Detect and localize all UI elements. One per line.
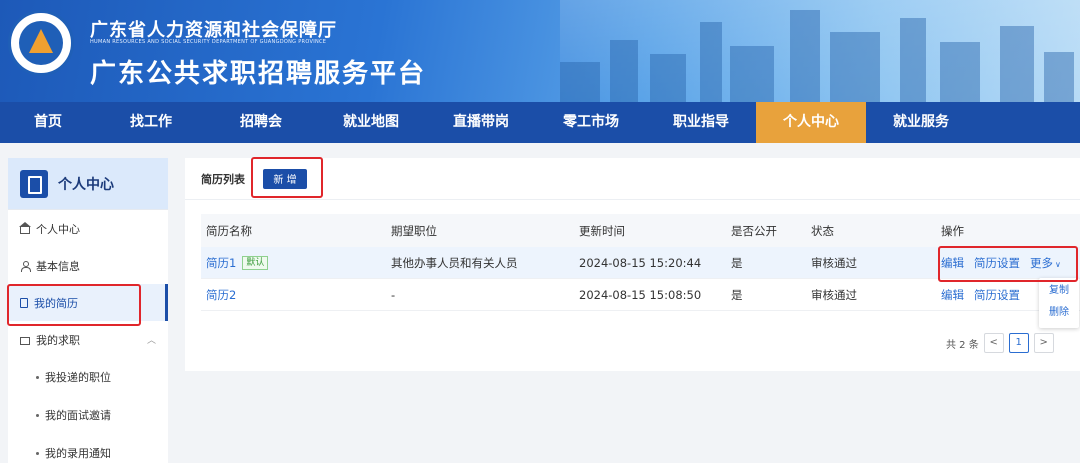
prev-page-button[interactable]: < (983, 333, 1004, 353)
sidebar: 个人中心 个人中心 基本信息 我的简历 我的求职 ︿ 我投递的职位 我的面试邀请… (8, 158, 168, 463)
header-building (730, 46, 774, 102)
header-building (560, 62, 600, 102)
header-building (940, 42, 980, 102)
nav-item-home[interactable]: 首页 (0, 102, 96, 143)
home-icon (19, 222, 31, 234)
status-cell: 审核通过 (811, 255, 857, 270)
header-building (650, 54, 686, 102)
nav-item-employment-map[interactable]: 就业地图 (316, 102, 426, 143)
tab-resume-list[interactable]: 简历列表 (201, 171, 245, 187)
chevron-up-icon: ︿ (146, 336, 156, 346)
add-resume-button[interactable]: 新 增 (263, 168, 307, 189)
position-cell: 其他办事人员和有关人员 (391, 255, 518, 270)
public-cell: 是 (731, 287, 743, 302)
resume-name-link[interactable]: 简历1 (206, 255, 236, 271)
more-menu-link[interactable]: 更多 ∨ (1030, 255, 1061, 271)
sidebar-item-label: 个人中心 (36, 222, 80, 236)
resume-name-link[interactable]: 简历2 (206, 287, 236, 303)
header-building (830, 32, 880, 102)
pagination: 共 2 条 < 1 > (946, 333, 1054, 353)
header-building (1044, 52, 1074, 102)
status-cell: 审核通过 (811, 287, 857, 302)
sidebar-title: 个人中心 (58, 176, 114, 193)
column-header-updated: 更新时间 (579, 223, 625, 238)
nav-item-career-guidance[interactable]: 职业指导 (646, 102, 756, 143)
panel-tabs: 简历列表 新 增 (185, 158, 1080, 200)
header-building (700, 22, 722, 102)
header-building (900, 18, 926, 102)
bullet-icon (36, 451, 39, 455)
sidebar-header: 个人中心 (8, 158, 168, 210)
column-header-actions: 操作 (941, 223, 964, 238)
sidebar-subitem-label: 我的面试邀请 (45, 409, 111, 422)
more-dropdown-menu: 复制 删除 (1039, 278, 1079, 328)
column-header-position: 期望职位 (391, 223, 437, 238)
department-logo[interactable] (8, 10, 74, 76)
table-header: 简历名称 期望职位 更新时间 是否公开 状态 操作 (201, 214, 1080, 247)
public-cell: 是 (731, 255, 743, 270)
sidebar-item-basic-info[interactable]: 基本信息 (8, 247, 168, 284)
sidebar-item-label: 我的简历 (34, 296, 78, 310)
main-nav: 首页 找工作 招聘会 就业地图 直播带岗 零工市场 职业指导 个人中心 就业服务 (0, 102, 1080, 143)
nav-item-personal-center[interactable]: 个人中心 (756, 102, 866, 143)
nav-item-live-recruiting[interactable]: 直播带岗 (426, 102, 536, 143)
delete-menu-item[interactable]: 删除 (1039, 304, 1079, 322)
bullet-icon (36, 375, 39, 379)
column-header-name: 简历名称 (206, 223, 252, 238)
more-label: 更多 (1030, 255, 1053, 270)
nav-item-employment-services[interactable]: 就业服务 (866, 102, 976, 143)
next-page-button[interactable]: > (1033, 333, 1054, 353)
resume-settings-link[interactable]: 简历设置 (974, 255, 1020, 271)
bullet-icon (36, 413, 39, 417)
site-header: 广东省人力资源和社会保障厅 HUMAN RESOURCES AND SOCIAL… (0, 0, 1080, 102)
sidebar-item-label: 我的求职 (36, 333, 80, 347)
resume-table: 简历名称 期望职位 更新时间 是否公开 状态 操作 简历1 默认 其他办事人员和… (201, 214, 1080, 311)
sidebar-subitem-label: 我投递的职位 (45, 371, 111, 384)
chevron-down-icon: ∨ (1055, 259, 1061, 269)
header-building (1000, 26, 1034, 102)
position-cell: - (391, 287, 396, 302)
sidebar-subitem-interview-invites[interactable]: 我的面试邀请 (8, 396, 168, 434)
sidebar-subitem-label: 我的录用通知 (45, 447, 111, 460)
org-subtitle: HUMAN RESOURCES AND SOCIAL SECURITY DEPA… (90, 39, 327, 45)
resume-settings-link[interactable]: 简历设置 (974, 287, 1020, 303)
column-header-status: 状态 (811, 223, 834, 238)
table-row: 简历2 - 2024-08-15 15:08:50 是 审核通过 编辑 简历设置 (201, 279, 1080, 311)
column-header-public: 是否公开 (731, 223, 777, 238)
updated-cell: 2024-08-15 15:20:44 (579, 255, 702, 270)
copy-menu-item[interactable]: 复制 (1039, 282, 1079, 300)
default-badge: 默认 (242, 255, 269, 270)
sidebar-item-personal-center[interactable]: 个人中心 (8, 210, 168, 247)
sidebar-subitem-applied-jobs[interactable]: 我投递的职位 (8, 358, 168, 396)
nav-item-job-fair[interactable]: 招聘会 (206, 102, 316, 143)
edit-link[interactable]: 编辑 (941, 255, 964, 271)
table-row: 简历1 默认 其他办事人员和有关人员 2024-08-15 15:20:44 是… (201, 247, 1080, 279)
nav-item-find-job[interactable]: 找工作 (96, 102, 206, 143)
sidebar-item-my-resume[interactable]: 我的简历 (8, 284, 168, 321)
logo-mark-icon (29, 29, 53, 53)
nav-item-gig-market[interactable]: 零工市场 (536, 102, 646, 143)
actions-cell: 编辑 简历设置 更多 ∨ (941, 255, 1080, 271)
header-building (610, 40, 638, 102)
resume-name-cell: 简历1 默认 (201, 255, 391, 271)
resume-name-cell: 简历2 (201, 287, 391, 303)
resume-folder-icon (20, 169, 48, 198)
sidebar-item-label: 基本信息 (36, 259, 80, 273)
sidebar-item-my-applications[interactable]: 我的求职 ︿ (8, 321, 168, 358)
sidebar-subitem-offer-notices[interactable]: 我的录用通知 (8, 434, 168, 463)
updated-cell: 2024-08-15 15:08:50 (579, 287, 702, 302)
platform-title: 广东公共求职招聘服务平台 (90, 59, 427, 89)
page-number-button[interactable]: 1 (1008, 333, 1029, 353)
user-icon (20, 260, 31, 272)
document-icon (20, 297, 28, 308)
folder-icon (20, 336, 30, 345)
pagination-total: 共 2 条 (946, 339, 979, 351)
logo-emblem (19, 21, 63, 65)
header-building (790, 10, 820, 102)
edit-link[interactable]: 编辑 (941, 287, 964, 303)
